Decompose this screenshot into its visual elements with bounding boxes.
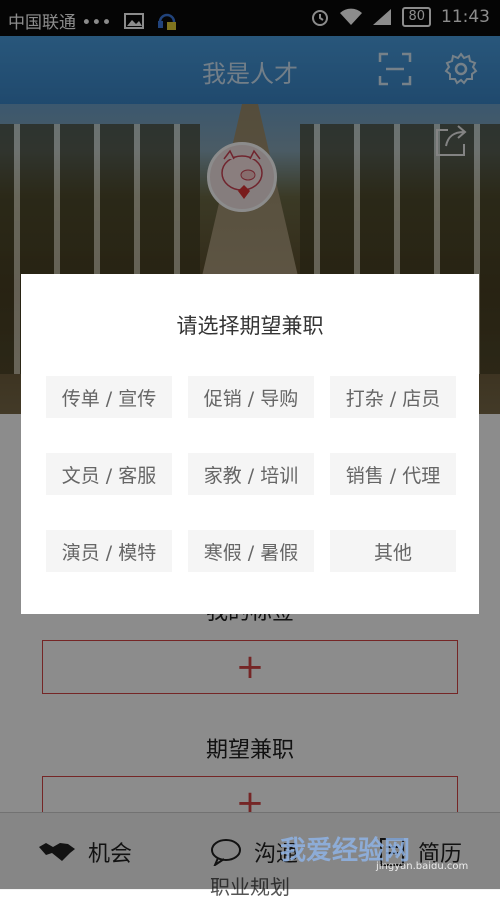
option-tutor[interactable]: 家教 / 培训: [188, 453, 314, 495]
job-type-dialog: 请选择期望兼职 传单 / 宣传 促销 / 导购 打杂 / 店员 文员 / 客服 …: [21, 274, 479, 614]
dialog-title: 请选择期望兼职: [176, 314, 324, 338]
option-other[interactable]: 其他: [330, 530, 456, 572]
option-promotion[interactable]: 促销 / 导购: [188, 376, 314, 418]
option-odd-jobs[interactable]: 打杂 / 店员: [330, 376, 456, 418]
watermark-url: jingyan.baidu.com: [376, 861, 469, 872]
option-vacation[interactable]: 寒假 / 暑假: [188, 530, 314, 572]
option-clerk[interactable]: 文员 / 客服: [46, 453, 172, 495]
option-sales[interactable]: 销售 / 代理: [330, 453, 456, 495]
option-actor[interactable]: 演员 / 模特: [46, 530, 172, 572]
option-flyer[interactable]: 传单 / 宣传: [46, 376, 172, 418]
watermark: 我爱经验网 jingyan.baidu.com: [280, 830, 468, 872]
